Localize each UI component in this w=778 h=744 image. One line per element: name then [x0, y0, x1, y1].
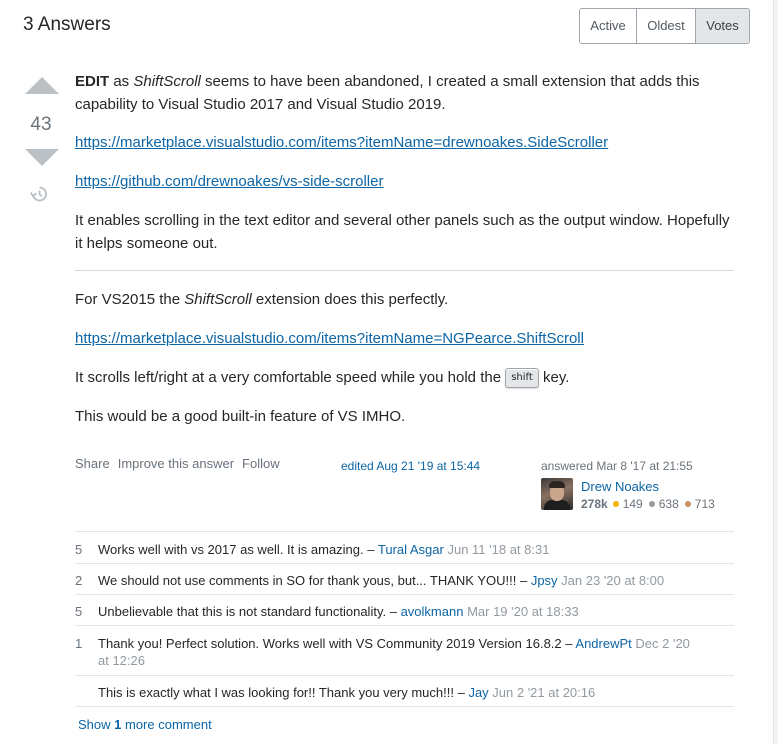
gold-badge-icon — [612, 501, 619, 507]
avatar-body — [544, 500, 570, 510]
edit-label: EDIT — [75, 73, 110, 90]
comment-item: 5 Works well with vs 2017 as well. It is… — [75, 531, 734, 563]
comment-date: Jun 11 '18 at 8:31 — [443, 542, 550, 557]
comment-user-link[interactable]: Jay — [468, 685, 488, 700]
answer-paragraph-vs2015: For VS2015 the ShiftScroll extension doe… — [75, 288, 735, 311]
comment-item: 2 We should not use comments in SO for t… — [75, 563, 734, 594]
comment-body: We should not use comments in SO for tha… — [98, 572, 698, 589]
show-more-comments-link[interactable]: Show 1 more comment — [78, 717, 212, 732]
avatar-hair — [549, 481, 565, 488]
edited-timestamp-link[interactable]: edited Aug 21 '19 at 15:44 — [341, 459, 480, 473]
arrow-up-icon[interactable] — [25, 77, 59, 94]
extension-name: ShiftScroll — [184, 291, 252, 308]
follow-link[interactable]: Follow — [242, 456, 280, 471]
shiftscroll-marketplace-link[interactable]: https://marketplace.visualstudio.com/ite… — [75, 330, 584, 347]
comment-date: Jan 23 '20 at 8:00 — [557, 573, 665, 588]
comment-body: Unbelievable that this is not standard f… — [98, 603, 698, 620]
comment-user-link[interactable]: Jpsy — [531, 573, 558, 588]
divider — [75, 270, 734, 271]
comment-separator: – — [516, 573, 531, 588]
answers-count-heading: 3 Answers — [23, 14, 111, 35]
sidescroller-marketplace-link[interactable]: https://marketplace.visualstudio.com/ite… — [75, 134, 608, 151]
shift-key-badge: shift — [505, 368, 539, 389]
comment-text: We should not use comments in SO for tha… — [98, 573, 517, 588]
comment-date: Mar 19 '20 at 18:33 — [463, 604, 579, 619]
show-more-suffix: more comment — [121, 717, 212, 732]
answer-link-row: https://marketplace.visualstudio.com/ite… — [75, 327, 735, 350]
comment-item: 1 Thank you! Perfect solution. Works wel… — [75, 625, 734, 675]
comment-text: Works well with vs 2017 as well. It is a… — [98, 542, 364, 557]
answer-link-row: https://marketplace.visualstudio.com/ite… — [75, 131, 735, 154]
comment-separator: – — [453, 685, 469, 700]
page-scrollbar[interactable] — [773, 0, 778, 744]
answer-paragraph-conclusion: This would be a good built-in feature of… — [75, 408, 406, 425]
avatar[interactable] — [541, 478, 573, 510]
comment-text: Unbelievable that this is not standard f… — [98, 604, 387, 619]
show-more-prefix: Show — [78, 717, 115, 732]
user-stats: 278k 149 638 713 — [581, 497, 715, 511]
history-icon[interactable] — [29, 184, 49, 204]
answer-paragraph-edit: EDIT as ShiftScroll seems to have been a… — [75, 70, 735, 116]
text-span: For VS2015 the — [75, 291, 185, 308]
comment-separator: – — [561, 636, 576, 651]
comment-score: 1 — [75, 636, 83, 651]
comment-body: Thank you! Perfect solution. Works well … — [98, 635, 698, 669]
comment-score: 5 — [75, 604, 83, 619]
user-name-link[interactable]: Drew Noakes — [581, 479, 659, 494]
answer-link-row: https://github.com/drewnoakes/vs-side-sc… — [75, 170, 735, 193]
silver-badge-count: 638 — [658, 497, 679, 511]
comment-score: 5 — [75, 542, 83, 557]
text-span: as — [109, 73, 134, 90]
comment-body: Works well with vs 2017 as well. It is a… — [98, 541, 698, 558]
comment-text: This is exactly what I was looking for!!… — [98, 685, 454, 700]
reputation-score: 278k — [581, 497, 608, 511]
comment-date: Jun 2 '21 at 20:16 — [488, 685, 596, 700]
answer-paragraph-usage: It scrolls left/right at a very comforta… — [75, 366, 735, 389]
share-link[interactable]: Share — [75, 456, 110, 471]
vote-count: 43 — [30, 114, 52, 135]
improve-answer-link[interactable]: Improve this answer — [118, 456, 234, 471]
text-span: It scrolls left/right at a very comforta… — [75, 369, 506, 386]
answer-paragraph-description: It enables scrolling in the text editor … — [75, 212, 730, 252]
bronze-badge-count: 713 — [694, 497, 715, 511]
comment-user-link[interactable]: avolkmann — [401, 604, 464, 619]
sort-tab-active[interactable]: Active — [580, 9, 637, 43]
comment-separator: – — [363, 542, 378, 557]
github-repo-link[interactable]: https://github.com/drewnoakes/vs-side-sc… — [75, 173, 383, 190]
comment-separator: – — [386, 604, 401, 619]
text-span: key. — [538, 369, 570, 386]
gold-badge-count: 149 — [622, 497, 643, 511]
text-span: extension does this perfectly. — [251, 291, 449, 308]
bronze-badge-icon — [684, 501, 691, 507]
extension-name: ShiftScroll — [133, 73, 201, 90]
post-menu: Share Improve this answer Follow — [75, 456, 280, 471]
comment-item: 5 Unbelievable that this is not standard… — [75, 594, 734, 625]
comment-body: This is exactly what I was looking for!!… — [98, 684, 698, 701]
comment-user-link[interactable]: Tural Asgar — [378, 542, 444, 557]
sort-tab-votes[interactable]: Votes — [696, 9, 749, 43]
comment-score: 2 — [75, 573, 83, 588]
arrow-down-icon[interactable] — [25, 149, 59, 166]
comment-text: Thank you! Perfect solution. Works well … — [98, 636, 562, 651]
answered-timestamp: answered Mar 8 '17 at 21:55 — [541, 459, 693, 473]
sort-tab-oldest[interactable]: Oldest — [637, 9, 696, 43]
answer-sort-tabs: Active Oldest Votes — [579, 8, 750, 44]
comment-item: This is exactly what I was looking for!!… — [75, 675, 734, 707]
silver-badge-icon — [648, 501, 655, 507]
comment-user-link[interactable]: AndrewPt — [575, 636, 631, 651]
